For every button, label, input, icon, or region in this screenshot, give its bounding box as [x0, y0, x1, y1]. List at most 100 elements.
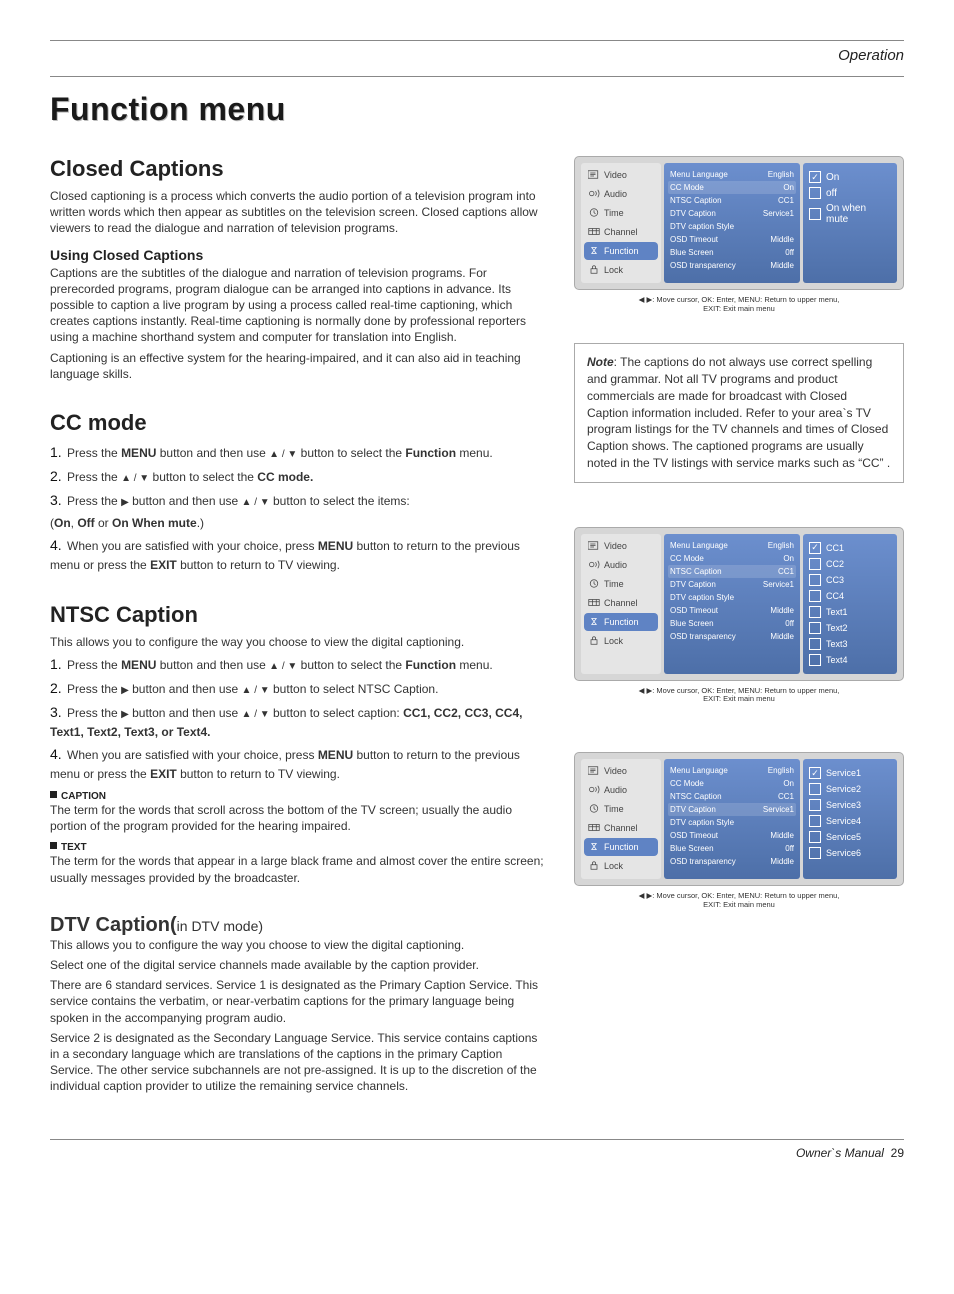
osd-option[interactable]: CC3	[809, 572, 891, 588]
osd-setting-row[interactable]: NTSC CaptionCC1	[670, 790, 794, 803]
up-down-icon: ▲ / ▼	[269, 659, 297, 674]
osd-option[interactable]: On	[809, 169, 891, 185]
osd-nav-time[interactable]: Time	[584, 575, 658, 593]
osd-nav-label: Time	[604, 208, 624, 218]
osd-setting-label: NTSC Caption	[670, 196, 754, 205]
dtv-heading-suffix: in DTV mode)	[177, 918, 263, 934]
osd-setting-row[interactable]: OSD transparencyMiddle	[670, 259, 794, 272]
osd-setting-value: CC1	[754, 196, 794, 205]
osd-panel-ntsc: Video AudioTimeChannelFunction Lock Menu L…	[574, 527, 904, 704]
osd-nav-label: Video	[604, 541, 627, 551]
cc-mode-step-2: 2. Press the ▲ / ▼ button to select the …	[50, 466, 548, 487]
osd-option[interactable]: Text2	[809, 620, 891, 636]
dtv-p1: Select one of the digital service channe…	[50, 957, 548, 973]
osd-option[interactable]: off	[809, 185, 891, 201]
osd-nav-function[interactable]: Function	[584, 838, 658, 856]
osd-panel-dtv: VideoAudioTimeChannelFunctionLock Menu L…	[574, 752, 904, 909]
up-down-icon: ▲ / ▼	[121, 471, 149, 486]
time-icon	[588, 804, 600, 814]
osd-setting-row[interactable]: DTV caption Style	[670, 591, 794, 604]
osd-setting-label: Menu Language	[670, 541, 754, 550]
osd-option-label: CC2	[826, 559, 844, 569]
osd-option[interactable]: Service1	[809, 765, 891, 781]
time-icon	[588, 579, 600, 589]
osd-setting-row[interactable]: OSD TimeoutMiddle	[670, 829, 794, 842]
osd-nav-video[interactable]: Video	[584, 537, 658, 555]
osd-setting-row[interactable]: Menu LanguageEnglish	[670, 168, 794, 181]
osd-option[interactable]: Text4	[809, 652, 891, 668]
ntsc-intro: This allows you to configure the way you…	[50, 634, 548, 650]
right-icon: ▶	[121, 495, 129, 510]
osd-option-label: Service6	[826, 848, 861, 858]
osd-nav-channel[interactable]: Channel	[584, 223, 658, 241]
osd-option-label: On when mute	[826, 203, 891, 225]
osd-option[interactable]: CC4	[809, 588, 891, 604]
osd-setting-row[interactable]: OSD TimeoutMiddle	[670, 604, 794, 617]
osd-nav-time[interactable]: Time	[584, 204, 658, 222]
osd-setting-row[interactable]: DTV CaptionService1	[670, 207, 794, 220]
osd-setting-row[interactable]: CC ModeOn	[670, 777, 794, 790]
osd-option[interactable]: Service5	[809, 829, 891, 845]
caption-subhead: CAPTION	[50, 791, 548, 802]
osd-nav-lock[interactable]: Lock	[584, 261, 658, 279]
osd-option[interactable]: Service4	[809, 813, 891, 829]
caption-body: The term for the words that scroll acros…	[50, 802, 548, 834]
osd-setting-row[interactable]: OSD TimeoutMiddle	[670, 233, 794, 246]
osd-nav-audio[interactable]: Audio	[584, 781, 658, 799]
osd-nav-channel[interactable]: Channel	[584, 819, 658, 837]
osd-setting-row[interactable]: Blue Screen0ff	[670, 617, 794, 630]
osd-nav-lock[interactable]: Lock	[584, 857, 658, 875]
osd-setting-row[interactable]: DTV caption Style	[670, 220, 794, 233]
osd-setting-value: Middle	[754, 632, 794, 641]
audio-icon	[588, 785, 600, 795]
osd-option[interactable]: CC1	[809, 540, 891, 556]
osd-setting-row[interactable]: NTSC CaptionCC1	[668, 565, 796, 578]
cc-mode-step-4: 4. When you are satisfied with your choi…	[50, 535, 548, 574]
osd-setting-row[interactable]: DTV CaptionService1	[668, 803, 796, 816]
checkbox-icon	[809, 187, 821, 199]
osd-setting-value: 0ff	[754, 844, 794, 853]
osd-nav-label: Lock	[604, 636, 623, 646]
checkbox-icon	[809, 638, 821, 650]
audio-icon	[588, 189, 600, 199]
osd-nav-time[interactable]: Time	[584, 800, 658, 818]
osd-setting-label: OSD transparency	[670, 632, 754, 641]
osd-setting-row[interactable]: DTV CaptionService1	[670, 578, 794, 591]
osd-nav-video[interactable]: Video	[584, 762, 658, 780]
osd-option[interactable]: Text1	[809, 604, 891, 620]
osd-option[interactable]: Service3	[809, 797, 891, 813]
osd-setting-row[interactable]: DTV caption Style	[670, 816, 794, 829]
osd-setting-row[interactable]: Menu LanguageEnglish	[670, 764, 794, 777]
osd-setting-row[interactable]: OSD transparencyMiddle	[670, 855, 794, 868]
osd-nav-lock[interactable]: Lock	[584, 632, 658, 650]
osd-setting-row[interactable]: Blue Screen0ff	[670, 842, 794, 855]
osd-nav-function[interactable]: Function	[584, 613, 658, 631]
up-down-icon: ▲ / ▼	[242, 707, 270, 722]
osd-setting-value	[754, 593, 794, 602]
ntsc-step-4: 4. When you are satisfied with your choi…	[50, 744, 548, 783]
osd-setting-row[interactable]: Menu LanguageEnglish	[670, 539, 794, 552]
osd-option[interactable]: CC2	[809, 556, 891, 572]
channel-icon	[588, 598, 600, 608]
osd-nav-label: Video	[604, 170, 627, 180]
osd-nav-function[interactable]: Function	[584, 242, 658, 260]
osd-option[interactable]: Service6	[809, 845, 891, 861]
osd-option[interactable]: On when mute	[809, 201, 891, 227]
osd-setting-value	[754, 222, 794, 231]
page-footer: Owner`s Manual 29	[50, 1139, 904, 1160]
osd-nav-channel[interactable]: Channel	[584, 594, 658, 612]
osd-option[interactable]: Text3	[809, 636, 891, 652]
function-icon	[588, 842, 600, 852]
osd-setting-row[interactable]: Blue Screen0ff	[670, 246, 794, 259]
page-title: Function menu	[50, 91, 904, 128]
osd-option-label: Text2	[826, 623, 848, 633]
osd-setting-row[interactable]: CC ModeOn	[670, 552, 794, 565]
osd-setting-row[interactable]: NTSC CaptionCC1	[670, 194, 794, 207]
osd-setting-row[interactable]: CC ModeOn	[668, 181, 796, 194]
osd-nav-audio[interactable]: Audio	[584, 556, 658, 574]
osd-setting-label: OSD Timeout	[670, 235, 754, 244]
osd-setting-row[interactable]: OSD transparencyMiddle	[670, 630, 794, 643]
osd-nav-audio[interactable]: Audio	[584, 185, 658, 203]
osd-option[interactable]: Service2	[809, 781, 891, 797]
osd-nav-video[interactable]: Video	[584, 166, 658, 184]
